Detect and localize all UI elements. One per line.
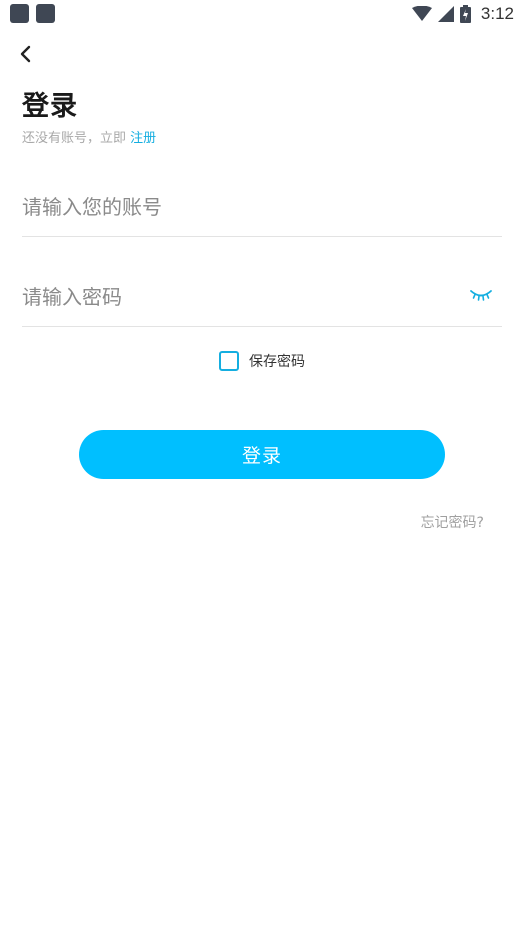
remember-password-label[interactable]: 保存密码 xyxy=(249,351,305,371)
status-time: 3:12 xyxy=(480,4,514,23)
chevron-left-icon xyxy=(20,45,31,63)
system-status: 3:12 xyxy=(411,3,514,25)
login-screen: 3:12 登录 还没有账号，立即 注册 保存密码 xyxy=(0,0,524,932)
account-field xyxy=(22,176,502,237)
remember-password-row: 保存密码 xyxy=(0,351,524,371)
register-link[interactable]: 注册 xyxy=(130,131,156,146)
wifi-icon xyxy=(411,6,432,21)
app-notification-icon xyxy=(36,4,55,23)
app-notification-icon xyxy=(10,4,29,23)
password-field xyxy=(22,266,502,327)
register-hint-text: 还没有账号，立即 xyxy=(22,131,127,146)
status-bar: 3:12 xyxy=(0,0,524,28)
forgot-password-link[interactable]: 忘记密码? xyxy=(421,512,484,532)
battery-icon xyxy=(459,5,471,23)
page-title: 登录 xyxy=(22,91,78,122)
password-visibility-toggle[interactable] xyxy=(468,286,494,304)
notification-area xyxy=(10,4,55,23)
back-button[interactable] xyxy=(12,40,40,68)
signal-icon xyxy=(437,6,454,22)
account-input[interactable] xyxy=(22,190,462,224)
register-hint: 还没有账号，立即 注册 xyxy=(22,127,156,146)
remember-password-checkbox[interactable] xyxy=(219,351,239,371)
password-input[interactable] xyxy=(22,280,462,314)
login-button[interactable]: 登录 xyxy=(79,430,445,479)
eye-closed-icon xyxy=(470,290,492,301)
